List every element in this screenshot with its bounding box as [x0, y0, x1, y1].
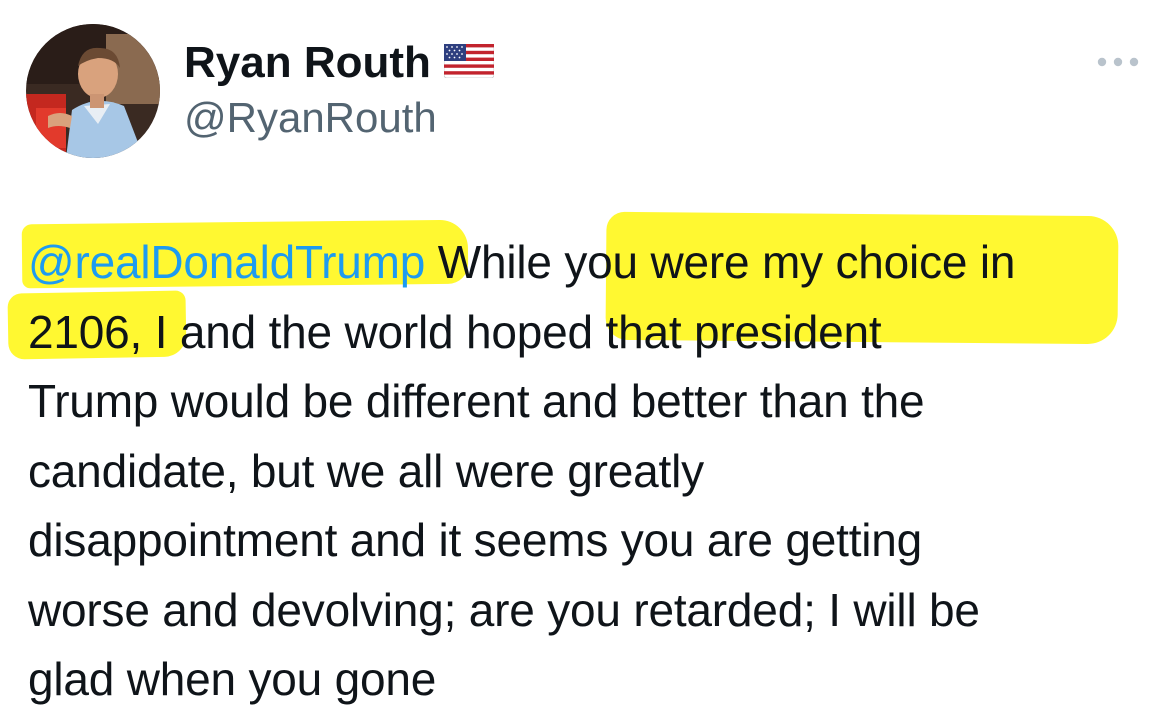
- tweet-text-segment: Trump would be different and better than…: [28, 375, 925, 427]
- more-horizontal-icon: [1097, 57, 1139, 67]
- tweet-text-segment: disappointment and it seems you are gett…: [28, 514, 923, 566]
- tweet-line: @realDonaldTrump While you were my choic…: [28, 228, 1148, 298]
- tweet-text-segment: glad when you gone: [28, 653, 437, 705]
- us-flag-icon: [444, 44, 494, 78]
- tweet: Ryan Routh @RyanRouth @realDonaldTrump W…: [0, 0, 1170, 718]
- avatar[interactable]: [26, 24, 160, 158]
- avatar-photo: [26, 24, 160, 158]
- more-options-button[interactable]: [1092, 44, 1144, 80]
- tweet-line: glad when you gone: [28, 645, 1148, 715]
- mention-link[interactable]: @realDonaldTrump: [28, 236, 425, 288]
- tweet-text-segment: candidate, but we all were greatly: [28, 444, 704, 497]
- tweet-line: worse and devolving; are you retarded; I…: [28, 576, 1148, 646]
- tweet-line: candidate, but we all were greatly: [28, 437, 1148, 507]
- tweet-text-segment: 2106, I and the world hoped that preside…: [28, 305, 882, 358]
- tweet-text: @realDonaldTrump While you were my choic…: [28, 228, 1148, 715]
- tweet-line: Trump would be different and better than…: [28, 367, 1148, 437]
- tweet-text-segment: While you were my choice in: [425, 236, 1016, 288]
- tweet-line: disappointment and it seems you are gett…: [28, 506, 1148, 576]
- tweet-line: 2106, I and the world hoped that preside…: [28, 298, 1148, 368]
- tweet-text-segment: worse and devolving; are you retarded; I…: [28, 583, 980, 636]
- author-handle[interactable]: @RyanRouth: [184, 92, 437, 144]
- author-display-name[interactable]: Ryan Routh: [184, 36, 431, 90]
